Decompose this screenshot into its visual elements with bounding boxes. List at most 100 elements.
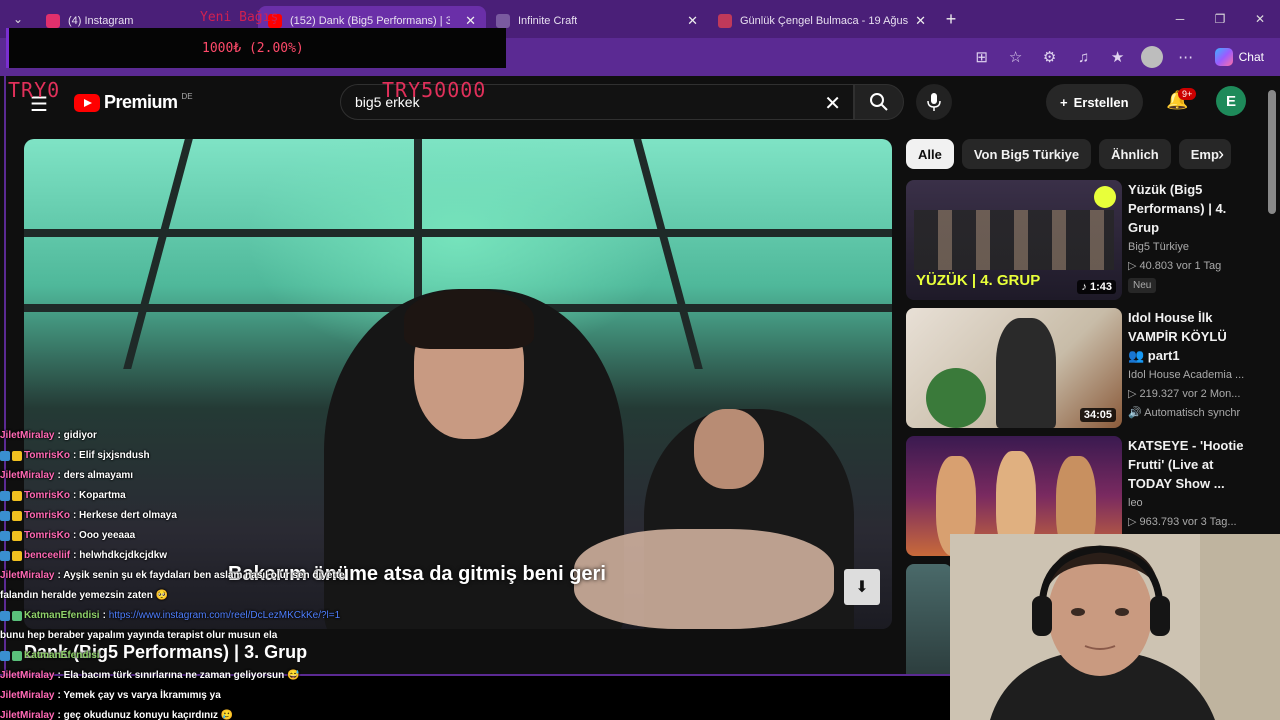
badge-icon xyxy=(0,451,10,461)
badge-icon xyxy=(0,651,10,661)
chat-message: KatmanEfendisi: https://www.instagram.co… xyxy=(0,606,520,626)
create-button[interactable]: + Erstellen xyxy=(1046,84,1143,120)
webcam-overlay xyxy=(950,534,1280,720)
recommendation-item[interactable]: YÜZÜK | 4. GRUP ♪ 1:43 Yüzük (Big5 Perfo… xyxy=(906,180,1266,300)
video-views: ▷ 40.803 vor 1 Tag xyxy=(1128,260,1222,272)
badge-icon xyxy=(0,531,10,541)
chat-message: JiletMiralay: gidiyor xyxy=(0,430,97,441)
recommendation-item[interactable]: 34:05 Idol House İlk VAMPİR KÖYLÜ 👥 part… xyxy=(906,308,1266,428)
chat-message: benceeliif: helwhdkcjdkcjdkw xyxy=(0,546,520,566)
chat-message: JiletMiralay: geç okudunuz konuyu kaçırd… xyxy=(0,710,234,720)
more-menu-icon[interactable]: ⋯ xyxy=(1175,46,1197,68)
account-avatar[interactable]: E xyxy=(1216,86,1246,116)
chat-message: JiletMiralay: Ayşik senin şu ek faydalar… xyxy=(0,570,345,581)
favorite-star-icon[interactable]: ☆ xyxy=(1005,46,1027,68)
auto-sync-label: 🔊 Automatisch synchr xyxy=(1128,407,1241,419)
chip-all[interactable]: Alle xyxy=(906,139,954,169)
chat-message: TomrisKo: Elif sjxjsndush xyxy=(0,446,520,466)
video-views: ▷ 963.793 vor 3 Tag... xyxy=(1128,516,1237,528)
video-title[interactable]: KATSEYE - 'Hootie Frutti' (Live at TODAY… xyxy=(1128,436,1246,493)
browser-tab-infinite-craft[interactable]: Infinite Craft ✕ xyxy=(486,6,708,36)
channel-name[interactable]: leo xyxy=(1128,497,1246,509)
badge-icon xyxy=(12,651,22,661)
donation-overlay: 1000₺ (2.00%) xyxy=(6,28,506,68)
instagram-icon xyxy=(46,14,60,28)
youtube-play-icon xyxy=(74,93,100,112)
thumbnail-text: YÜZÜK | 4. GRUP xyxy=(916,272,1041,289)
chevron-right-icon[interactable]: › xyxy=(1218,144,1224,165)
video-thumbnail[interactable]: YÜZÜK | 4. GRUP ♪ 1:43 xyxy=(906,180,1122,300)
close-tab-icon[interactable]: ✕ xyxy=(915,13,926,29)
chat-message: falandın heralde yemezsin zaten 🥺 xyxy=(0,590,169,601)
plus-icon: + xyxy=(1060,94,1068,110)
channel-name[interactable]: Big5 Türkiye xyxy=(1128,241,1246,253)
youtube-logo[interactable]: Premium DE xyxy=(74,92,193,113)
search-button[interactable] xyxy=(854,84,904,120)
youtube-header: ☰ Premium DE big5 erkek ✕ + Erstellen 🔔 … xyxy=(6,76,1280,128)
search-icon xyxy=(870,93,888,111)
new-badge: Neu xyxy=(1128,278,1157,293)
chat-message: TomrisKo: Ooo yeeaaa xyxy=(0,526,520,546)
goal-target-label: TRY50000 xyxy=(382,78,487,102)
video-duration: 34:05 xyxy=(1079,408,1116,422)
media-icon[interactable]: ♫ xyxy=(1073,46,1095,68)
chat-message: TomrisKo: Herkese dert olmaya xyxy=(0,506,520,526)
chat-message: KatmanEfendisi xyxy=(0,646,520,666)
chat-message: JiletMiralay: ders almayamı xyxy=(0,470,134,481)
channel-name[interactable]: Idol House Academia ... xyxy=(1128,369,1246,381)
chat-message: JiletMiralay: Ela bacım türk sınırlarına… xyxy=(0,670,300,681)
donation-header: Yeni Bağış xyxy=(200,10,279,25)
badge-icon xyxy=(12,451,22,461)
screen: ⌄ (4) Instagram (152) Dank (Big5 Perform… xyxy=(0,0,1280,720)
second-performer-face xyxy=(694,409,764,489)
goal-start-label: TRY0 xyxy=(8,78,61,102)
badge-icon xyxy=(12,511,22,521)
microphone-icon xyxy=(927,93,941,111)
close-tab-icon[interactable]: ✕ xyxy=(687,13,698,29)
chip-channel[interactable]: Von Big5 Türkiye xyxy=(961,139,1092,169)
badge-icon xyxy=(12,531,22,541)
video-duration: ♪ 1:43 xyxy=(1077,280,1116,294)
video-title[interactable]: Idol House İlk VAMPİR KÖYLÜ 👥 part1 xyxy=(1128,308,1246,365)
extensions-icon[interactable]: ⚙ xyxy=(1039,46,1061,68)
window-controls: ─ ❐ ✕ xyxy=(1160,0,1280,38)
clear-search-icon[interactable]: ✕ xyxy=(824,91,841,116)
page-scrollbar[interactable] xyxy=(1268,90,1276,214)
close-window-icon[interactable]: ✕ xyxy=(1240,12,1280,26)
chat-message: TomrisKo: Kopartma xyxy=(0,486,520,506)
browser-tab-bulmaca[interactable]: Günlük Çengel Bulmaca - 19 Ağus ✕ xyxy=(708,6,936,36)
performer-hair xyxy=(404,289,534,349)
filter-chips: Alle Von Big5 Türkiye Ähnlich Emp xyxy=(906,138,1231,170)
video-views: ▷ 219.327 vor 2 Mon... xyxy=(1128,388,1241,400)
voice-search-button[interactable] xyxy=(916,84,952,120)
video-thumbnail[interactable] xyxy=(906,564,952,684)
badge-icon xyxy=(0,511,10,521)
badge-icon xyxy=(12,611,22,621)
chat-message: bunu hep beraber yapalım yayında terapis… xyxy=(0,630,278,641)
favorites-icon[interactable]: ★ xyxy=(1107,46,1129,68)
chat-link[interactable]: https://www.instagram.com/reel/DcLezMKCk… xyxy=(109,606,340,626)
bulmaca-icon xyxy=(718,14,732,28)
donation-amount: 1000₺ (2.00%) xyxy=(202,41,304,56)
copilot-icon xyxy=(1214,48,1233,66)
chip-similar[interactable]: Ähnlich xyxy=(1099,139,1171,169)
badge-icon xyxy=(0,611,10,621)
maximize-icon[interactable]: ❐ xyxy=(1200,12,1240,26)
copilot-chat-button[interactable]: Chat xyxy=(1209,48,1270,66)
badge-icon xyxy=(12,491,22,501)
streamer-webcam-image xyxy=(950,534,1280,720)
download-icon[interactable]: ⬇ xyxy=(844,569,880,605)
close-tab-icon[interactable]: ✕ xyxy=(465,13,476,29)
stream-chat-log: JiletMiralay: gidiyor TomrisKo: Elif sjx… xyxy=(0,426,520,720)
chat-message: JiletMiralay: Yemek çay vs varya İkramım… xyxy=(0,690,221,701)
app-install-icon[interactable]: ⊞ xyxy=(971,46,993,68)
badge-icon xyxy=(12,551,22,561)
video-thumbnail[interactable]: 34:05 xyxy=(906,308,1122,428)
profile-avatar[interactable] xyxy=(1140,46,1163,68)
new-tab-icon[interactable]: + xyxy=(936,9,966,30)
recommendation-item[interactable] xyxy=(906,564,956,684)
hand-blur xyxy=(574,529,834,629)
badge-icon xyxy=(0,551,10,561)
minimize-icon[interactable]: ─ xyxy=(1160,12,1200,26)
video-title[interactable]: Yüzük (Big5 Performans) | 4. Grup xyxy=(1128,180,1246,237)
